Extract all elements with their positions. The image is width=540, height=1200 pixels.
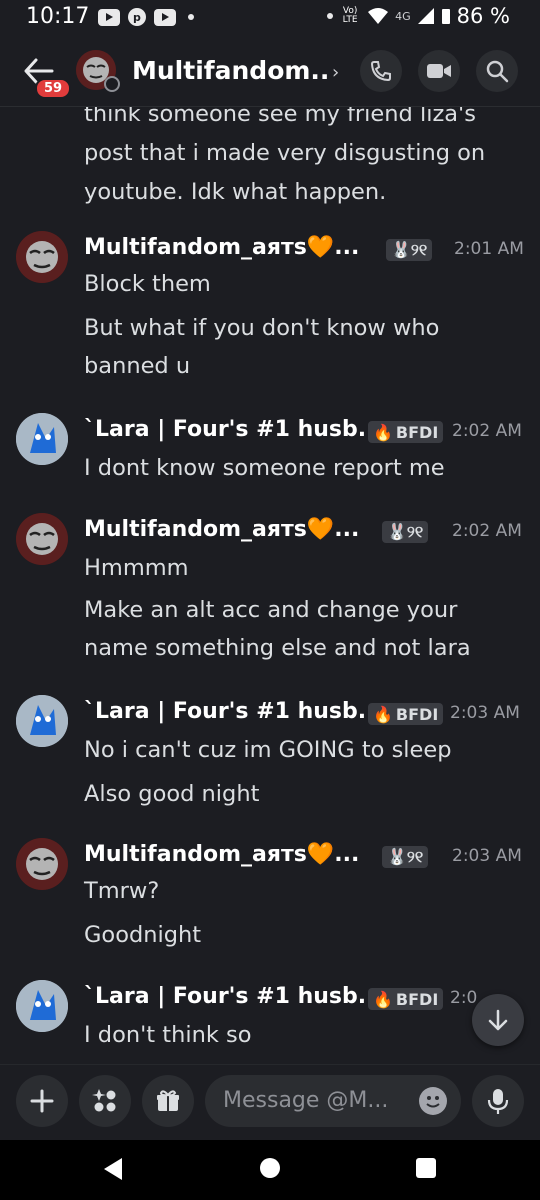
avatar[interactable] xyxy=(16,413,68,465)
nav-back-icon[interactable] xyxy=(104,1158,122,1180)
message-author[interactable]: Multifandom_аятѕ🧡... xyxy=(84,517,359,542)
message-timestamp: 2:02 AM xyxy=(452,421,522,441)
message-author[interactable]: `Lara | Four's #1 husb... xyxy=(84,984,383,1009)
message-timestamp: 2:0 xyxy=(450,988,478,1008)
volte-indicator: Vo) LTE xyxy=(342,6,358,25)
avatar[interactable] xyxy=(16,231,68,283)
signal-icon xyxy=(417,8,434,24)
system-status: Vo) LTE 4G 86 % xyxy=(323,4,510,28)
chevron-right-icon[interactable]: › xyxy=(332,62,339,83)
call-button[interactable] xyxy=(360,50,402,92)
server-tag[interactable]: 🔥 BFDI xyxy=(368,421,444,443)
message-text: I don't think so xyxy=(84,1022,252,1048)
message-timestamp: 2:01 AM xyxy=(454,239,524,259)
emoji-icon[interactable] xyxy=(419,1087,447,1115)
message-text: Block them xyxy=(84,271,211,297)
message-text: No i can't cuz im GOING to sleep xyxy=(84,737,452,763)
server-tag[interactable]: 🐰୨୧ xyxy=(382,521,429,543)
svg-text:p: p xyxy=(133,11,141,23)
message-composer: Message @M... xyxy=(0,1064,540,1141)
message-timestamp: 2:02 AM xyxy=(452,521,522,541)
message-text: think someone see my friend liza's post … xyxy=(84,107,486,205)
message-author[interactable]: `Lara | Four's #1 husb... xyxy=(84,699,383,724)
dot-icon xyxy=(327,13,334,19)
youtube-icon xyxy=(154,8,176,26)
add-attachment-button[interactable] xyxy=(16,1075,68,1127)
server-tag[interactable]: 🔥 BFDI xyxy=(368,703,444,725)
message-text: Tmrw? xyxy=(84,878,160,904)
server-tag-label: BFDI xyxy=(395,422,439,442)
message-timestamp: 2:03 AM xyxy=(452,846,522,866)
chat-header: 59 Multifandom.. › xyxy=(0,42,540,107)
message-author[interactable]: Multifandom_аятѕ🧡... xyxy=(84,842,359,867)
offline-status-icon xyxy=(104,76,120,92)
video-icon xyxy=(427,64,451,78)
plus-icon xyxy=(30,1089,54,1113)
server-tag[interactable]: 🔥 BFDI xyxy=(368,988,444,1010)
message-text: I dont know someone report me xyxy=(84,455,445,481)
avatar[interactable] xyxy=(16,513,68,565)
apps-icon xyxy=(92,1089,116,1112)
call-icon xyxy=(370,61,391,82)
apps-button[interactable] xyxy=(79,1075,131,1127)
message-text: banned u xyxy=(84,353,191,379)
message-list[interactable]: think someone see my friend liza's post … xyxy=(0,107,540,1062)
message-author[interactable]: Multifandom_аятѕ🧡... xyxy=(84,235,359,260)
unread-badge: 59 xyxy=(35,78,72,99)
nav-home-icon[interactable] xyxy=(260,1158,280,1178)
video-call-button[interactable] xyxy=(418,50,460,92)
status-time: 10:17 xyxy=(26,4,90,29)
notification-icons: p xyxy=(98,8,194,26)
message-text: Make an alt acc and change your xyxy=(84,597,458,623)
pinterest-icon: p xyxy=(128,8,146,26)
battery-level: 86 % xyxy=(456,4,510,28)
youtube-icon xyxy=(98,8,120,26)
battery-icon xyxy=(441,9,450,24)
server-tag-label: BFDI xyxy=(395,704,439,724)
message-author[interactable]: `Lara | Four's #1 husb... xyxy=(84,417,383,442)
voice-message-button[interactable] xyxy=(472,1075,524,1127)
status-bar: 10:17 p Vo) LTE 4G 86 % xyxy=(0,0,540,38)
message-text: Hmmmm xyxy=(84,555,189,581)
message-placeholder: Message @M... xyxy=(223,1088,389,1113)
nav-recents-icon[interactable] xyxy=(416,1158,436,1178)
message-timestamp: 2:03 AM xyxy=(450,703,520,723)
gift-button[interactable] xyxy=(142,1075,194,1127)
server-tag[interactable]: 🐰୨୧ xyxy=(382,846,429,868)
channel-title[interactable]: Multifandom.. xyxy=(132,56,329,85)
jump-to-bottom-button[interactable] xyxy=(472,994,524,1046)
arrow-down-icon xyxy=(488,1009,508,1031)
avatar[interactable] xyxy=(16,695,68,747)
avatar[interactable] xyxy=(16,980,68,1032)
microphone-icon xyxy=(487,1089,509,1114)
search-button[interactable] xyxy=(476,50,518,92)
server-tag[interactable]: 🐰୨୧ xyxy=(386,239,433,261)
message-input[interactable]: Message @M... xyxy=(205,1075,461,1127)
message-text: But what if you don't know who xyxy=(84,315,440,341)
message-text: name something else and not lara xyxy=(84,635,471,661)
system-navigation-bar xyxy=(0,1140,540,1200)
message-text: Also good night xyxy=(84,781,260,807)
search-icon xyxy=(486,60,509,83)
avatar[interactable] xyxy=(16,838,68,890)
dot-icon xyxy=(188,14,194,20)
server-tag-label: BFDI xyxy=(395,989,439,1009)
message-text: Goodnight xyxy=(84,922,202,948)
network-type: 4G xyxy=(395,9,411,23)
gift-icon xyxy=(157,1090,179,1111)
wifi-icon xyxy=(368,8,389,24)
